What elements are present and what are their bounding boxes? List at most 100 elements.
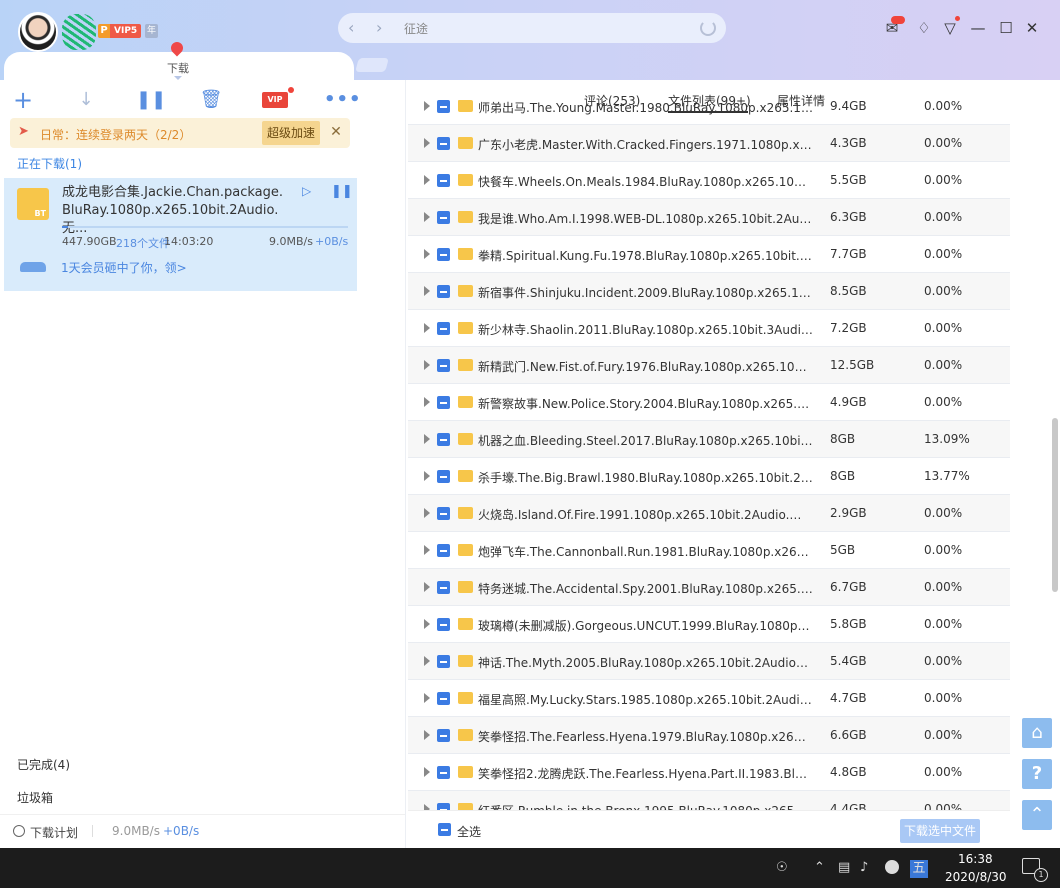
error-icon[interactable]: ✕ — [885, 860, 899, 874]
file-row[interactable]: 新少林寺.Shaolin.2011.BluRay.1080p.x265.10bi… — [408, 310, 1010, 347]
tab-properties[interactable]: 属性详情 — [777, 92, 825, 109]
file-row[interactable]: 新警察故事.New.Police.Story.2004.BluRay.1080p… — [408, 384, 1010, 421]
expand-caret-icon[interactable] — [424, 434, 430, 444]
member-promo-link[interactable]: 1天会员砸中了你，领> — [61, 259, 187, 276]
search-input[interactable] — [402, 17, 696, 41]
file-row[interactable]: 炮弹飞车.The.Cannonball.Run.1981.BluRay.1080… — [408, 532, 1010, 569]
expand-caret-icon[interactable] — [424, 323, 430, 333]
file-checkbox[interactable] — [437, 322, 450, 335]
expand-caret-icon[interactable] — [424, 212, 430, 222]
download-plan-link[interactable]: 下载计划 — [30, 824, 78, 841]
file-row[interactable]: 特务迷城.The.Accidental.Spy.2001.BluRay.1080… — [408, 569, 1010, 606]
expand-caret-icon[interactable] — [424, 508, 430, 518]
expand-caret-icon[interactable] — [424, 138, 430, 148]
clock-date[interactable]: 2020/8/30 — [945, 870, 1007, 884]
avatar[interactable] — [18, 12, 58, 52]
minimize-icon[interactable]: — — [968, 18, 988, 38]
expand-caret-icon[interactable] — [424, 545, 430, 555]
file-row[interactable]: 新精武门.New.Fist.of.Fury.1976.BluRay.1080p.… — [408, 347, 1010, 384]
file-checkbox[interactable] — [437, 211, 450, 224]
file-row[interactable]: 广东小老虎.Master.With.Cracked.Fingers.1971.1… — [408, 125, 1010, 162]
vip-level-badge[interactable]: VIP5 — [110, 24, 142, 38]
file-checkbox[interactable] — [437, 507, 450, 520]
expand-caret-icon[interactable] — [424, 397, 430, 407]
help-icon[interactable]: ? — [1022, 759, 1052, 789]
file-checkbox[interactable] — [437, 655, 450, 668]
ime-icon[interactable]: 五 — [910, 860, 928, 878]
maximize-icon[interactable]: ☐ — [996, 18, 1016, 38]
file-row[interactable]: 玻璃樽(未删减版).Gorgeous.UNCUT.1999.BluRay.108… — [408, 606, 1010, 643]
file-row[interactable]: 福星高照.My.Lucky.Stars.1985.1080p.x265.10bi… — [408, 680, 1010, 717]
super-speed-button[interactable]: 超级加速 — [262, 121, 320, 145]
vip-icon[interactable]: VIP — [262, 92, 288, 108]
download-selected-button[interactable]: 下载选中文件 — [900, 819, 980, 843]
file-checkbox[interactable] — [437, 544, 450, 557]
file-checkbox[interactable] — [437, 581, 450, 594]
expand-caret-icon[interactable] — [424, 767, 430, 777]
tab-file-list[interactable]: 文件列表(99+) — [668, 92, 751, 109]
chevron-up-icon[interactable]: ⌃ — [814, 860, 825, 875]
tab-comments[interactable]: 评论(253) — [584, 92, 640, 109]
download-task[interactable]: BT 成龙电影合集.Jackie.Chan.package.BluRay.108… — [4, 178, 357, 291]
file-checkbox[interactable] — [437, 174, 450, 187]
add-task-icon[interactable]: + — [11, 88, 35, 112]
file-row[interactable]: 快餐车.Wheels.On.Meals.1984.BluRay.1080p.x2… — [408, 162, 1010, 199]
file-checkbox[interactable] — [437, 137, 450, 150]
play-icon[interactable]: ▷ — [302, 184, 311, 198]
refresh-icon[interactable] — [700, 20, 716, 36]
file-checkbox[interactable] — [437, 692, 450, 705]
pause-icon[interactable]: ❚❚ — [136, 88, 166, 112]
file-row[interactable]: 火烧岛.Island.Of.Fire.1991.1080p.x265.10bit… — [408, 495, 1010, 532]
task-file-count[interactable]: 218个文件 — [116, 235, 170, 251]
delete-icon[interactable]: 🗑 — [199, 88, 223, 112]
menu-icon[interactable]: ▽ — [940, 18, 960, 38]
expand-caret-icon[interactable] — [424, 693, 430, 703]
start-download-icon[interactable]: ↓ — [74, 88, 98, 112]
select-all-checkbox[interactable] — [438, 823, 451, 836]
section-trash[interactable]: 垃圾箱 — [17, 789, 53, 806]
expand-caret-icon[interactable] — [424, 360, 430, 370]
expand-caret-icon[interactable] — [424, 249, 430, 259]
expand-caret-icon[interactable] — [424, 730, 430, 740]
file-row[interactable]: 机器之血.Bleeding.Steel.2017.BluRay.1080p.x2… — [408, 421, 1010, 458]
file-checkbox[interactable] — [437, 285, 450, 298]
file-row[interactable]: 笑拳怪招2.龙腾虎跃.The.Fearless.Hyena.Part.II.19… — [408, 754, 1010, 791]
file-checkbox[interactable] — [437, 359, 450, 372]
file-checkbox[interactable] — [437, 729, 450, 742]
file-checkbox[interactable] — [437, 396, 450, 409]
task-pause-icon[interactable]: ❚❚ — [331, 184, 353, 199]
file-checkbox[interactable] — [437, 766, 450, 779]
file-row[interactable]: 我是谁.Who.Am.I.1998.WEB-DL.1080p.x265.10bi… — [408, 199, 1010, 236]
scroll-top-icon[interactable]: ⌃ — [1022, 800, 1052, 830]
file-checkbox[interactable] — [437, 618, 450, 631]
expand-caret-icon[interactable] — [424, 619, 430, 629]
scrollbar[interactable] — [1052, 418, 1058, 592]
file-checkbox[interactable] — [437, 803, 450, 810]
file-row[interactable]: 拳精.Spiritual.Kung.Fu.1978.BluRay.1080p.x… — [408, 236, 1010, 273]
expand-caret-icon[interactable] — [424, 286, 430, 296]
file-checkbox[interactable] — [437, 470, 450, 483]
file-row[interactable]: 新宿事件.Shinjuku.Incident.2009.BluRay.1080p… — [408, 273, 1010, 310]
volume-icon[interactable]: ♪ — [860, 860, 868, 875]
back-icon[interactable]: ‹ — [348, 18, 354, 37]
notice-close-icon[interactable]: ✕ — [328, 124, 344, 140]
tab-secondary[interactable] — [355, 58, 389, 72]
people-icon[interactable]: ☉ — [776, 860, 788, 875]
home-icon[interactable]: ⌂ — [1022, 718, 1052, 748]
file-row[interactable]: 红番区.Rumble.in.the.Bronx.1995.BluRay.1080… — [408, 791, 1010, 810]
expand-caret-icon[interactable] — [424, 656, 430, 666]
more-icon[interactable]: ••• — [324, 88, 361, 112]
forward-icon[interactable]: › — [376, 18, 382, 37]
file-row[interactable]: 笑拳怪招.The.Fearless.Hyena.1979.BluRay.1080… — [408, 717, 1010, 754]
file-checkbox[interactable] — [437, 433, 450, 446]
section-completed[interactable]: 已完成(4) — [17, 756, 70, 773]
section-downloading[interactable]: 正在下载(1) — [17, 155, 82, 172]
file-row[interactable]: 神话.The.Myth.2005.BluRay.1080p.x265.10bit… — [408, 643, 1010, 680]
close-icon[interactable]: ✕ — [1022, 18, 1042, 38]
expand-caret-icon[interactable] — [424, 175, 430, 185]
select-all-label[interactable]: 全选 — [457, 823, 481, 840]
tab-download-label[interactable]: 下载 — [160, 60, 196, 76]
network-icon[interactable]: ▤ — [838, 860, 850, 875]
skin-icon[interactable]: ♢ — [914, 18, 934, 38]
expand-caret-icon[interactable] — [424, 471, 430, 481]
